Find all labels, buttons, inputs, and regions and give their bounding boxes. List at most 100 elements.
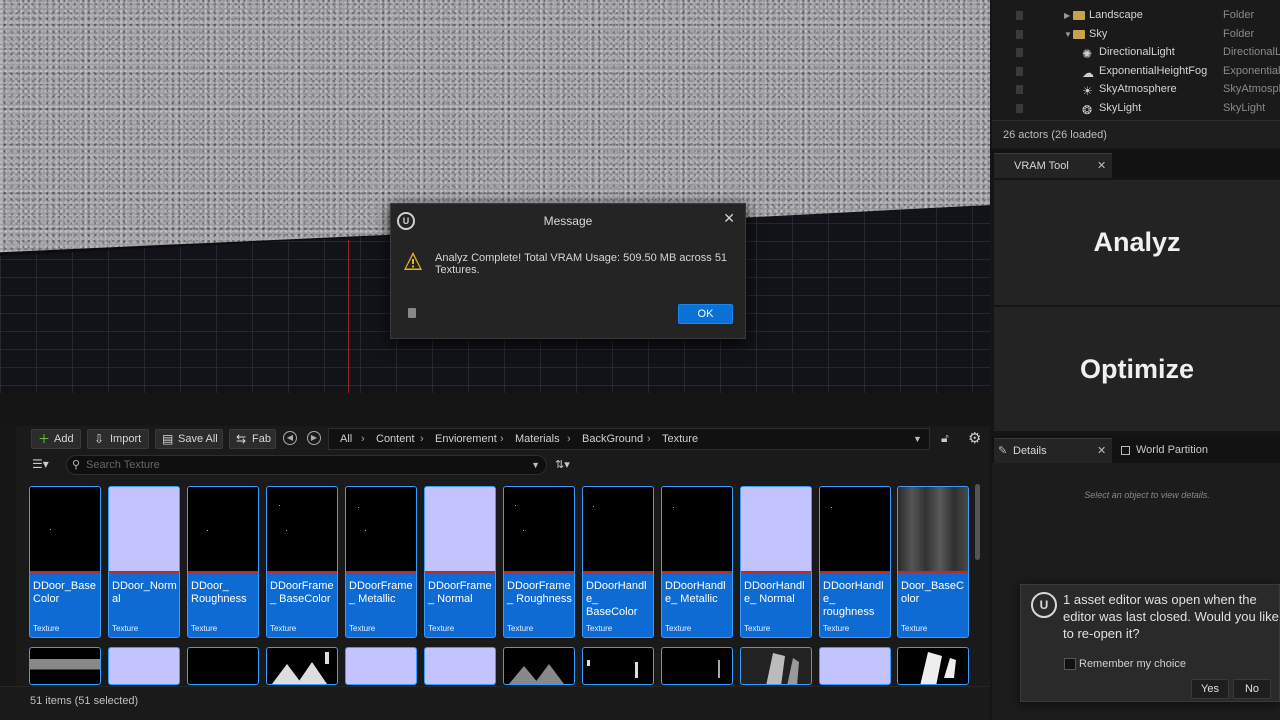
asset-tile[interactable] (345, 647, 417, 685)
asset-tile[interactable]: DDoor_Normal Texture (108, 486, 180, 638)
breadcrumb-separator-icon[interactable]: › (500, 429, 504, 449)
import-button[interactable]: ⇩ Import (87, 429, 149, 449)
outliner-type: DirectionalLig (1223, 46, 1280, 58)
tab-details[interactable]: ✎ Details ✕ (994, 438, 1112, 463)
asset-tile[interactable]: DDoorHandle_ Metallic Texture (661, 486, 733, 638)
close-tab-icon[interactable]: ✕ (1097, 154, 1106, 179)
fab-button[interactable]: ⇆ Fab (229, 429, 276, 449)
breadcrumb-separator-icon[interactable]: › (420, 429, 424, 449)
visibility-icon[interactable] (1016, 85, 1023, 94)
asset-tile[interactable]: DDoorFrame_ BaseColor Texture (266, 486, 338, 638)
breadcrumb-item[interactable]: Enviorement (435, 429, 497, 449)
asset-tile[interactable] (897, 647, 969, 685)
plus-icon: ＋ (38, 432, 51, 446)
asset-tile[interactable] (108, 647, 180, 685)
asset-tile[interactable] (740, 647, 812, 685)
asset-tile[interactable] (819, 647, 891, 685)
remember-choice-label: Remember my choice (1079, 658, 1186, 670)
asset-name: DDoorFrame_ Metallic (349, 580, 413, 605)
sort-icon[interactable]: ⇅▾ (555, 458, 570, 471)
asset-type: Texture (901, 624, 928, 633)
tab-label: Details (1013, 445, 1047, 457)
forward-icon[interactable]: ▶ (307, 431, 321, 445)
analyz-button[interactable]: Analyz (994, 180, 1280, 305)
asset-tile[interactable] (582, 647, 654, 685)
breadcrumb-separator-icon[interactable]: › (361, 429, 365, 449)
texture-thumbnail (267, 487, 337, 571)
asset-name: DDoorHandle_ Normal (744, 580, 805, 605)
visibility-icon[interactable] (1016, 11, 1023, 20)
asset-type: Texture (665, 624, 692, 633)
expand-arrow-icon[interactable]: ▶ (1064, 6, 1070, 25)
asset-type: Texture (191, 624, 218, 633)
outliner-row[interactable]: ▼ Sky Folder (992, 25, 1280, 44)
visibility-icon[interactable] (1016, 48, 1023, 57)
asset-tile[interactable]: DDoor_Base Color Texture (29, 486, 101, 638)
add-button[interactable]: ＋ Add (31, 429, 81, 449)
outliner-row[interactable]: ☁ ExponentialHeightFog ExponentialH (992, 62, 1280, 81)
asset-tile[interactable]: DDoor_ Roughness Texture (187, 486, 259, 638)
search-input[interactable]: ⚲ Search Texture ▼ (66, 455, 547, 475)
collapse-arrow-icon[interactable]: ▼ (1064, 25, 1072, 44)
filter-icon[interactable]: ☰▾ (32, 457, 49, 471)
outliner-row[interactable]: ☀ SkyAtmosphere SkyAtmosphe (992, 80, 1280, 99)
asset-name: DDoor_ Roughness (191, 580, 247, 605)
asset-tile[interactable]: DDoorHandle_ roughness Texture (819, 486, 891, 638)
asset-name: DDoorFrame_ BaseColor (270, 580, 334, 605)
clipboard-icon[interactable] (408, 308, 416, 318)
breadcrumb-separator-icon[interactable]: › (647, 429, 651, 449)
asset-tile[interactable] (503, 647, 575, 685)
texture-type-bar (188, 571, 258, 573)
breadcrumb-item[interactable]: Content (376, 429, 415, 449)
remember-choice-checkbox[interactable] (1064, 658, 1076, 670)
outliner-type: ExponentialH (1223, 65, 1280, 77)
asset-tile[interactable] (266, 647, 338, 685)
chevron-down-icon[interactable]: ▼ (531, 456, 540, 474)
asset-name: DDoorHandle_ BaseColor (586, 580, 647, 618)
gear-icon[interactable]: ⚙ (968, 429, 981, 447)
tab-vram-tool[interactable]: VRAM Tool ✕ (994, 153, 1112, 178)
asset-tile[interactable]: DDoorFrame_ Roughness Texture (503, 486, 575, 638)
asset-tile[interactable] (29, 647, 101, 685)
asset-type: Texture (744, 624, 771, 633)
close-tab-icon[interactable]: ✕ (1097, 439, 1106, 464)
breadcrumb-item[interactable]: Materials (515, 429, 560, 449)
yes-button[interactable]: Yes (1191, 679, 1229, 699)
asset-tile[interactable]: DDoorFrame_ Normal Texture (424, 486, 496, 638)
breadcrumb-item[interactable]: All (340, 429, 352, 449)
close-icon[interactable]: ✕ (723, 210, 735, 227)
asset-tile[interactable]: Door_BaseColor Texture (897, 486, 969, 638)
asset-type: Texture (428, 624, 455, 633)
visibility-icon[interactable] (1016, 67, 1023, 76)
asset-tile[interactable] (661, 647, 733, 685)
breadcrumb-separator-icon[interactable]: › (567, 429, 571, 449)
unreal-logo-icon: U (1031, 592, 1057, 618)
no-button[interactable]: No (1233, 679, 1271, 699)
asset-tile[interactable]: DDoorHandle_ Normal Texture (740, 486, 812, 638)
scrollbar[interactable] (975, 484, 980, 560)
breadcrumb-item[interactable]: BackGround (582, 429, 643, 449)
tab-world-partition[interactable]: World Partition (1116, 438, 1280, 463)
actor-count: 26 actors (26 loaded) (992, 120, 1280, 148)
breadcrumb-item[interactable]: Texture (662, 429, 698, 449)
asset-tile[interactable]: DDoorFrame_ Metallic Texture (345, 486, 417, 638)
texture-thumbnail (766, 653, 799, 684)
back-icon[interactable]: ◀ (283, 431, 297, 445)
content-browser-sidebar-edge (0, 426, 16, 720)
lock-icon[interactable]: 🔓︎ (941, 431, 949, 446)
asset-tile[interactable]: DDoorHandle_ BaseColor Texture (582, 486, 654, 638)
search-placeholder: Search Texture (86, 459, 160, 471)
asset-tile[interactable] (424, 647, 496, 685)
outliner-row[interactable]: ✺ DirectionalLight DirectionalLig (992, 43, 1280, 62)
save-all-button[interactable]: ▤ Save All (155, 429, 223, 449)
visibility-icon[interactable] (1016, 104, 1023, 113)
texture-type-bar (30, 571, 100, 573)
outliner-row[interactable]: ▶ Landscape Folder (992, 6, 1280, 25)
texture-thumbnail (509, 664, 564, 684)
ok-button[interactable]: OK (678, 304, 733, 324)
optimize-button[interactable]: Optimize (994, 307, 1280, 431)
chevron-down-icon[interactable]: ▼ (913, 429, 922, 449)
asset-tile[interactable] (187, 647, 259, 685)
outliner-row[interactable]: ❂ SkyLight SkyLight (992, 99, 1280, 118)
visibility-icon[interactable] (1016, 30, 1023, 39)
